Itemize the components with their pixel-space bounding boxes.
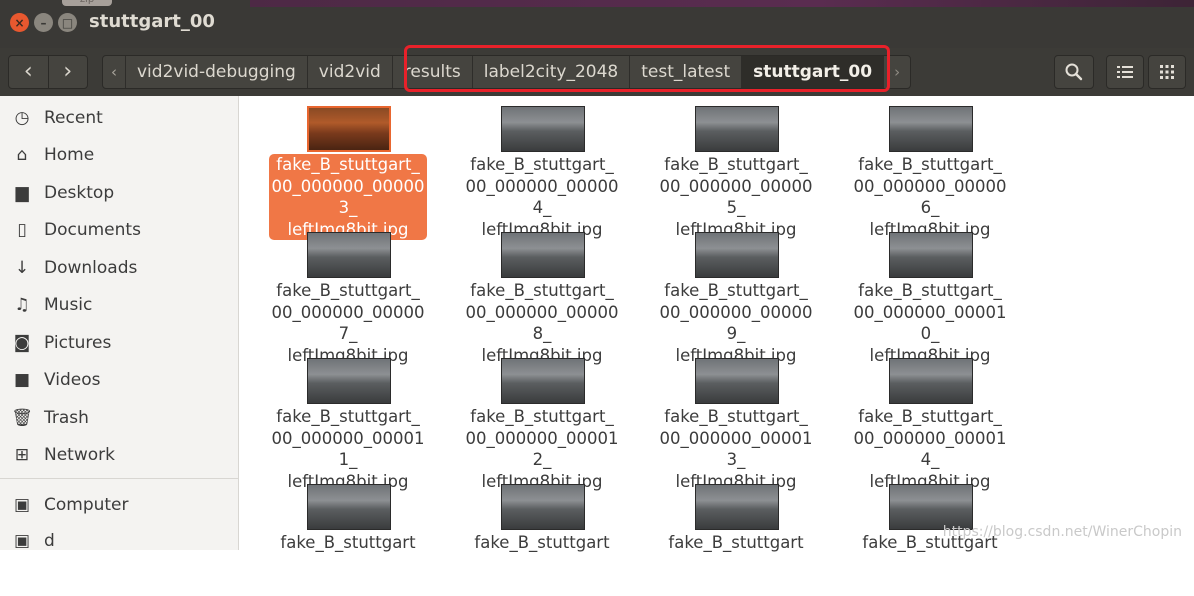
sidebar-item-label: Pictures (44, 333, 112, 353)
trash-icon: 🗑 (11, 408, 33, 428)
breadcrumb-item[interactable]: vid2vid-debugging (126, 56, 308, 88)
file-name: fake_B_stuttgart (474, 533, 610, 552)
image-thumbnail (889, 106, 973, 152)
home-icon: ⌂ (16, 145, 28, 165)
file-item[interactable]: fake_B_stuttgart_ 00_000000_000009_ left… (647, 224, 825, 365)
sidebar-item-label: Videos (44, 370, 101, 390)
list-icon (1117, 66, 1133, 78)
title-bar: zip × – □ stuttgart_00 (0, 0, 1194, 48)
file-item[interactable]: fake_B_stuttgart_ 00_000000_000011_ left… (259, 350, 437, 491)
file-item[interactable]: fake_B_stuttgart (453, 476, 631, 596)
file-item[interactable]: fake_B_stuttgart_ 00_000000_000003_ left… (259, 98, 437, 240)
back-button[interactable]: ‹ (9, 57, 48, 87)
sidebar-item-label: Home (44, 145, 95, 165)
file-item[interactable]: fake_B_stuttgart_ 00_000000_000013_ left… (647, 350, 825, 491)
breadcrumb: ‹ vid2vid-debugging vid2vid results labe… (102, 55, 912, 89)
file-item[interactable]: fake_B_stuttgart_ 00_000000_000007_ left… (259, 224, 437, 365)
breadcrumb-item[interactable]: label2city_2048 (473, 56, 631, 88)
grid-view-button[interactable] (1148, 55, 1186, 89)
sidebar-item-label: Network (44, 445, 115, 465)
sidebar-item-desktop[interactable]: ▆ Desktop (0, 175, 238, 211)
image-thumbnail (307, 232, 391, 278)
list-view-button[interactable] (1106, 55, 1144, 89)
file-grid: fake_B_stuttgart_ 00_000000_000003_ left… (239, 96, 1194, 552)
music-icon: ♫ (14, 295, 30, 315)
sidebar-item-label: Music (44, 295, 93, 315)
image-thumbnail (501, 358, 585, 404)
file-name: fake_B_stuttgart (668, 533, 804, 552)
file-item[interactable]: fake_B_stuttgart_ 00_000000_000004_ left… (453, 98, 631, 239)
image-thumbnail (889, 358, 973, 404)
sidebar-divider (0, 478, 238, 479)
computer-icon: ▣ (13, 495, 31, 515)
sidebar-item-pictures[interactable]: ◙ Pictures (0, 325, 238, 361)
sidebar-item-label: Recent (44, 108, 103, 128)
grid-icon (1160, 65, 1174, 79)
minimize-button[interactable]: – (34, 13, 53, 32)
search-icon (1065, 63, 1083, 81)
drive-icon: ▣ (13, 531, 31, 551)
breadcrumb-scroll-left[interactable]: ‹ (103, 56, 126, 88)
sidebar-item-trash[interactable]: 🗑 Trash (0, 400, 238, 436)
sidebar-item-label: d (44, 531, 55, 551)
breadcrumb-item-current[interactable]: stuttgart_00 (742, 56, 885, 88)
image-thumbnail (695, 484, 779, 530)
image-thumbnail (307, 358, 391, 404)
file-item[interactable]: fake_B_stuttgart_ 00_000000_000008_ left… (453, 224, 631, 365)
sidebar-item-label: Downloads (44, 258, 138, 278)
file-name: fake_B_stuttgart (280, 533, 416, 552)
sidebar-item-d[interactable]: ▣ d (0, 523, 238, 559)
sidebar-item-music[interactable]: ♫ Music (0, 287, 238, 323)
file-item[interactable]: fake_B_stuttgart_ 00_000000_000014_ left… (841, 350, 1019, 491)
sidebar-item-label: Computer (44, 495, 129, 515)
forward-button[interactable]: › (49, 57, 88, 87)
file-item[interactable]: fake_B_stuttgart_ 00_000000_000012_ left… (453, 350, 631, 491)
nav-group: ‹ › (8, 55, 88, 89)
sidebar-item-home[interactable]: ⌂ Home (0, 137, 238, 173)
toolbar: ‹ › ‹ vid2vid-debugging vid2vid results … (0, 48, 1194, 96)
document-icon: ▯ (17, 220, 27, 240)
watermark: https://blog.csdn.net/WinerChopin (942, 524, 1182, 540)
sidebar: ◷ Recent ⌂ Home ▆ Desktop ▯ Documents ↓ … (0, 96, 239, 551)
file-item[interactable]: fake_B_stuttgart (647, 476, 825, 596)
image-thumbnail (501, 106, 585, 152)
image-thumbnail (695, 358, 779, 404)
image-thumbnail (695, 232, 779, 278)
sidebar-item-computer[interactable]: ▣ Computer (0, 487, 238, 523)
file-item[interactable]: fake_B_stuttgart_ 00_000000_000006_ left… (841, 98, 1019, 239)
background-strip (250, 0, 1194, 7)
breadcrumb-item[interactable]: test_latest (630, 56, 743, 88)
window-title: stuttgart_00 (89, 11, 215, 32)
image-thumbnail (889, 232, 973, 278)
sidebar-item-recent[interactable]: ◷ Recent (0, 100, 238, 136)
image-thumbnail (501, 484, 585, 530)
file-item[interactable]: fake_B_stuttgart (259, 476, 437, 596)
breadcrumb-scroll-right[interactable]: › (884, 56, 910, 88)
file-item[interactable]: fake_B_stuttgart_ 00_000000_000010_ left… (841, 224, 1019, 365)
sidebar-item-label: Trash (44, 408, 89, 428)
image-thumbnail (307, 484, 391, 530)
breadcrumb-item[interactable]: results (393, 56, 473, 88)
file-item[interactable]: fake_B_stuttgart_ 00_000000_000005_ left… (647, 98, 825, 239)
video-icon: ■ (13, 370, 31, 390)
sidebar-item-network[interactable]: ⊞ Network (0, 437, 238, 473)
camera-icon: ◙ (13, 333, 31, 353)
search-button[interactable] (1054, 55, 1094, 89)
sidebar-item-videos[interactable]: ■ Videos (0, 362, 238, 398)
image-thumbnail (307, 106, 391, 152)
image-thumbnail (501, 232, 585, 278)
sidebar-item-documents[interactable]: ▯ Documents (0, 212, 238, 248)
image-thumbnail (695, 106, 779, 152)
maximize-button[interactable]: □ (58, 13, 77, 32)
sidebar-item-label: Documents (44, 220, 141, 240)
breadcrumb-item[interactable]: vid2vid (308, 56, 393, 88)
download-icon: ↓ (14, 258, 30, 278)
zip-tag: zip (62, 0, 112, 6)
close-button[interactable]: × (10, 13, 29, 32)
sidebar-item-downloads[interactable]: ↓ Downloads (0, 250, 238, 286)
network-icon: ⊞ (14, 445, 30, 465)
sidebar-item-label: Desktop (44, 183, 115, 203)
clock-icon: ◷ (14, 108, 30, 128)
folder-icon: ▆ (15, 183, 29, 203)
